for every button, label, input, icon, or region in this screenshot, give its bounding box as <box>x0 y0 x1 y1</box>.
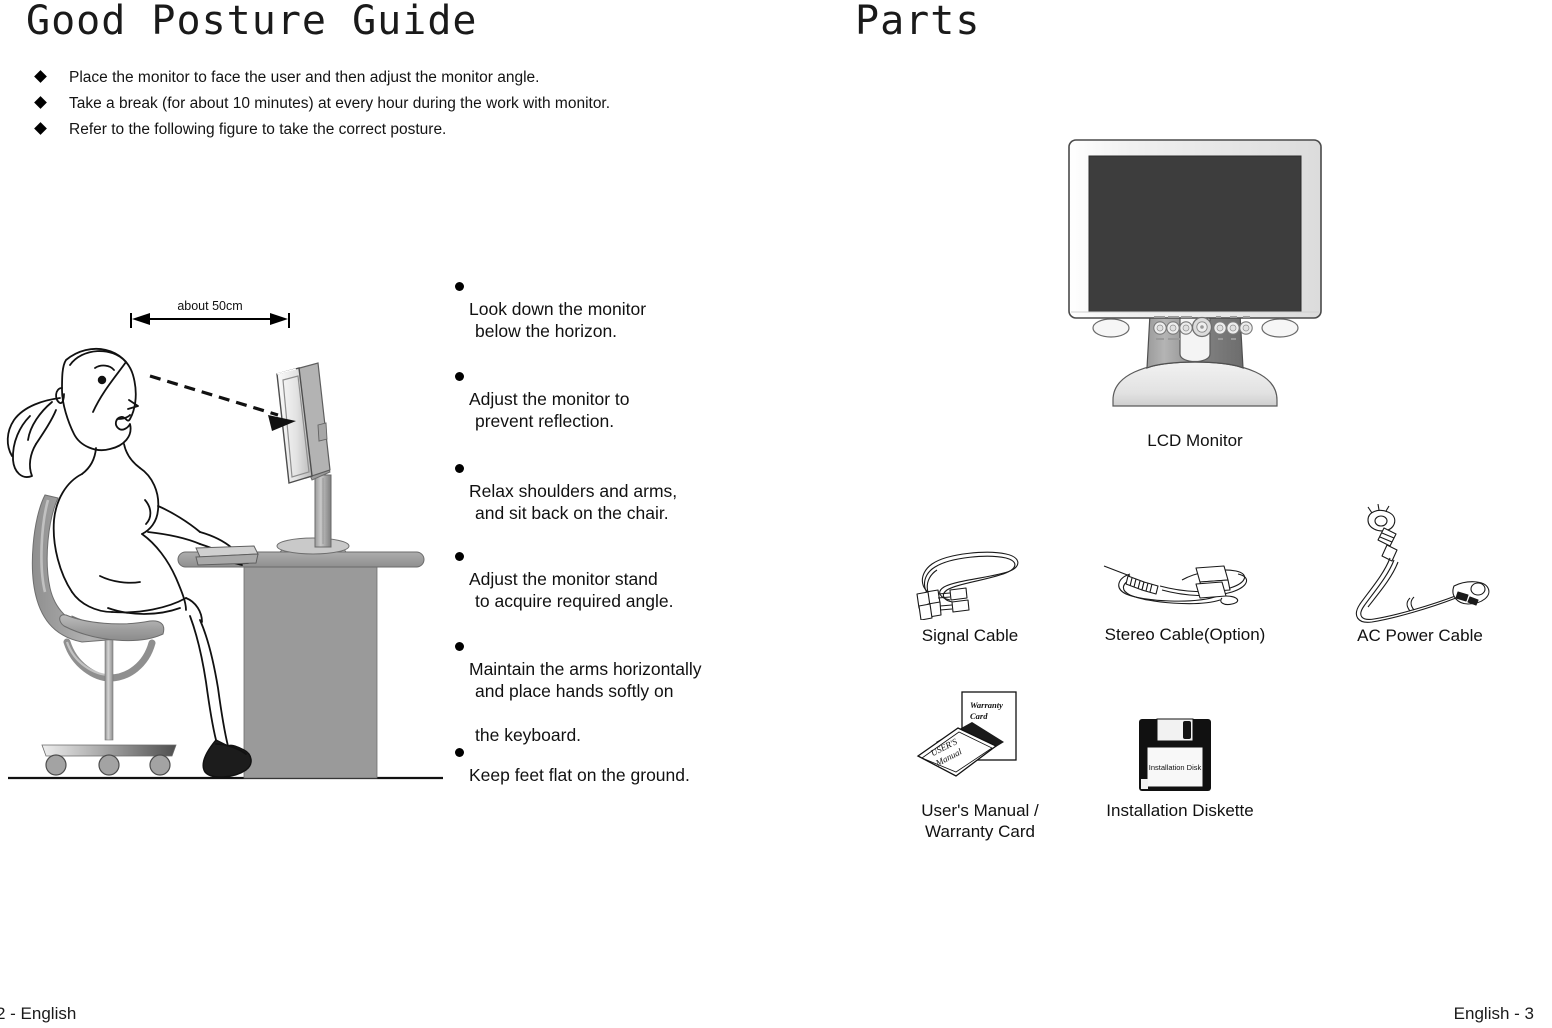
caption-installation-diskette: Installation Diskette <box>1106 801 1254 820</box>
posture-tip: Relax shoulders and arms, and sit back o… <box>455 458 755 546</box>
caster-wheel <box>45 754 67 776</box>
posture-tip-text: Look down the monitor below the horizon. <box>469 299 647 341</box>
caption-lcd-monitor: LCD Monitor <box>1147 431 1243 450</box>
monitor-screen <box>1088 155 1302 313</box>
dot-bullet-icon <box>455 748 464 757</box>
monitor-stand-base <box>1112 361 1278 407</box>
dot-bullet-icon <box>455 642 464 651</box>
speaker-grille-right <box>1261 318 1299 338</box>
posture-tip: Adjust the monitor stand to acquire requ… <box>455 546 755 634</box>
posture-tip-text: Keep feet flat on the ground. <box>469 765 690 785</box>
caption-manual-warranty: User's Manual / Warranty Card <box>921 801 1039 841</box>
page-title-parts: Parts <box>855 0 981 44</box>
posture-tip: Look down the monitor below the horizon. <box>455 276 755 364</box>
ruler-label: about 50cm <box>130 299 290 313</box>
stereo-cable-illustration <box>1103 565 1248 606</box>
intro-item-text: Refer to the following figure to take th… <box>69 121 447 138</box>
intro-list-item: Take a break (for about 10 minutes) at e… <box>34 94 736 113</box>
signal-cable-illustration <box>916 551 1019 620</box>
posture-tip-text: Adjust the monitor stand to acquire requ… <box>469 569 674 611</box>
posture-tip-text: Adjust the monitor to prevent reflection… <box>469 389 630 431</box>
caster-wheel <box>98 754 120 776</box>
left-page: Good Posture Guide Place the monitor to … <box>0 0 776 1028</box>
caption-ac-power-cable: AC Power Cable <box>1357 626 1483 645</box>
dot-bullet-icon <box>455 282 464 291</box>
warranty-card-label-line2: Card <box>970 711 988 721</box>
intro-item-text: Place the monitor to face the user and t… <box>69 69 540 86</box>
posture-illustration <box>6 347 443 780</box>
warranty-card-label-line1: Warranty <box>970 700 1003 710</box>
caption-stereo-cable: Stereo Cable(Option) <box>1104 625 1266 644</box>
diskette-label-text: Installation Disk <box>1149 763 1202 772</box>
diamond-bullet-icon <box>34 122 47 135</box>
keyboard <box>195 545 259 566</box>
manual-warranty-illustration: Warranty Card USER'S Manual <box>916 691 1017 777</box>
intro-list-item: Place the monitor to face the user and t… <box>34 68 736 87</box>
diamond-bullet-icon <box>34 96 47 109</box>
intro-bullet-list: Place the monitor to face the user and t… <box>34 68 736 146</box>
intro-list-item: Refer to the following figure to take th… <box>34 120 736 139</box>
ac-power-cable-illustration <box>1355 504 1490 623</box>
page-title-good-posture-guide: Good Posture Guide <box>26 0 478 44</box>
installation-diskette-illustration: Installation Disk <box>1139 718 1211 791</box>
dot-bullet-icon <box>455 552 464 561</box>
posture-tip-text: Relax shoulders and arms, and sit back o… <box>469 481 678 523</box>
diamond-bullet-icon <box>34 70 47 83</box>
lcd-monitor-illustration <box>1068 139 1322 407</box>
footer-page-number-right: English - 3 <box>1453 1004 1534 1023</box>
footer-page-number-left: 2 - English <box>0 1004 77 1023</box>
desk-lcd-monitor <box>276 362 350 555</box>
caption-signal-cable: Signal Cable <box>921 626 1019 645</box>
dot-bullet-icon <box>455 464 464 473</box>
speaker-grille-left <box>1092 318 1130 338</box>
posture-tip: Keep feet flat on the ground. <box>455 742 755 786</box>
dot-bullet-icon <box>455 372 464 381</box>
posture-tip: Adjust the monitor to prevent reflection… <box>455 366 755 454</box>
intro-item-text: Take a break (for about 10 minutes) at e… <box>69 95 611 112</box>
sight-line-arrow <box>149 374 296 431</box>
caster-wheel <box>149 754 171 776</box>
